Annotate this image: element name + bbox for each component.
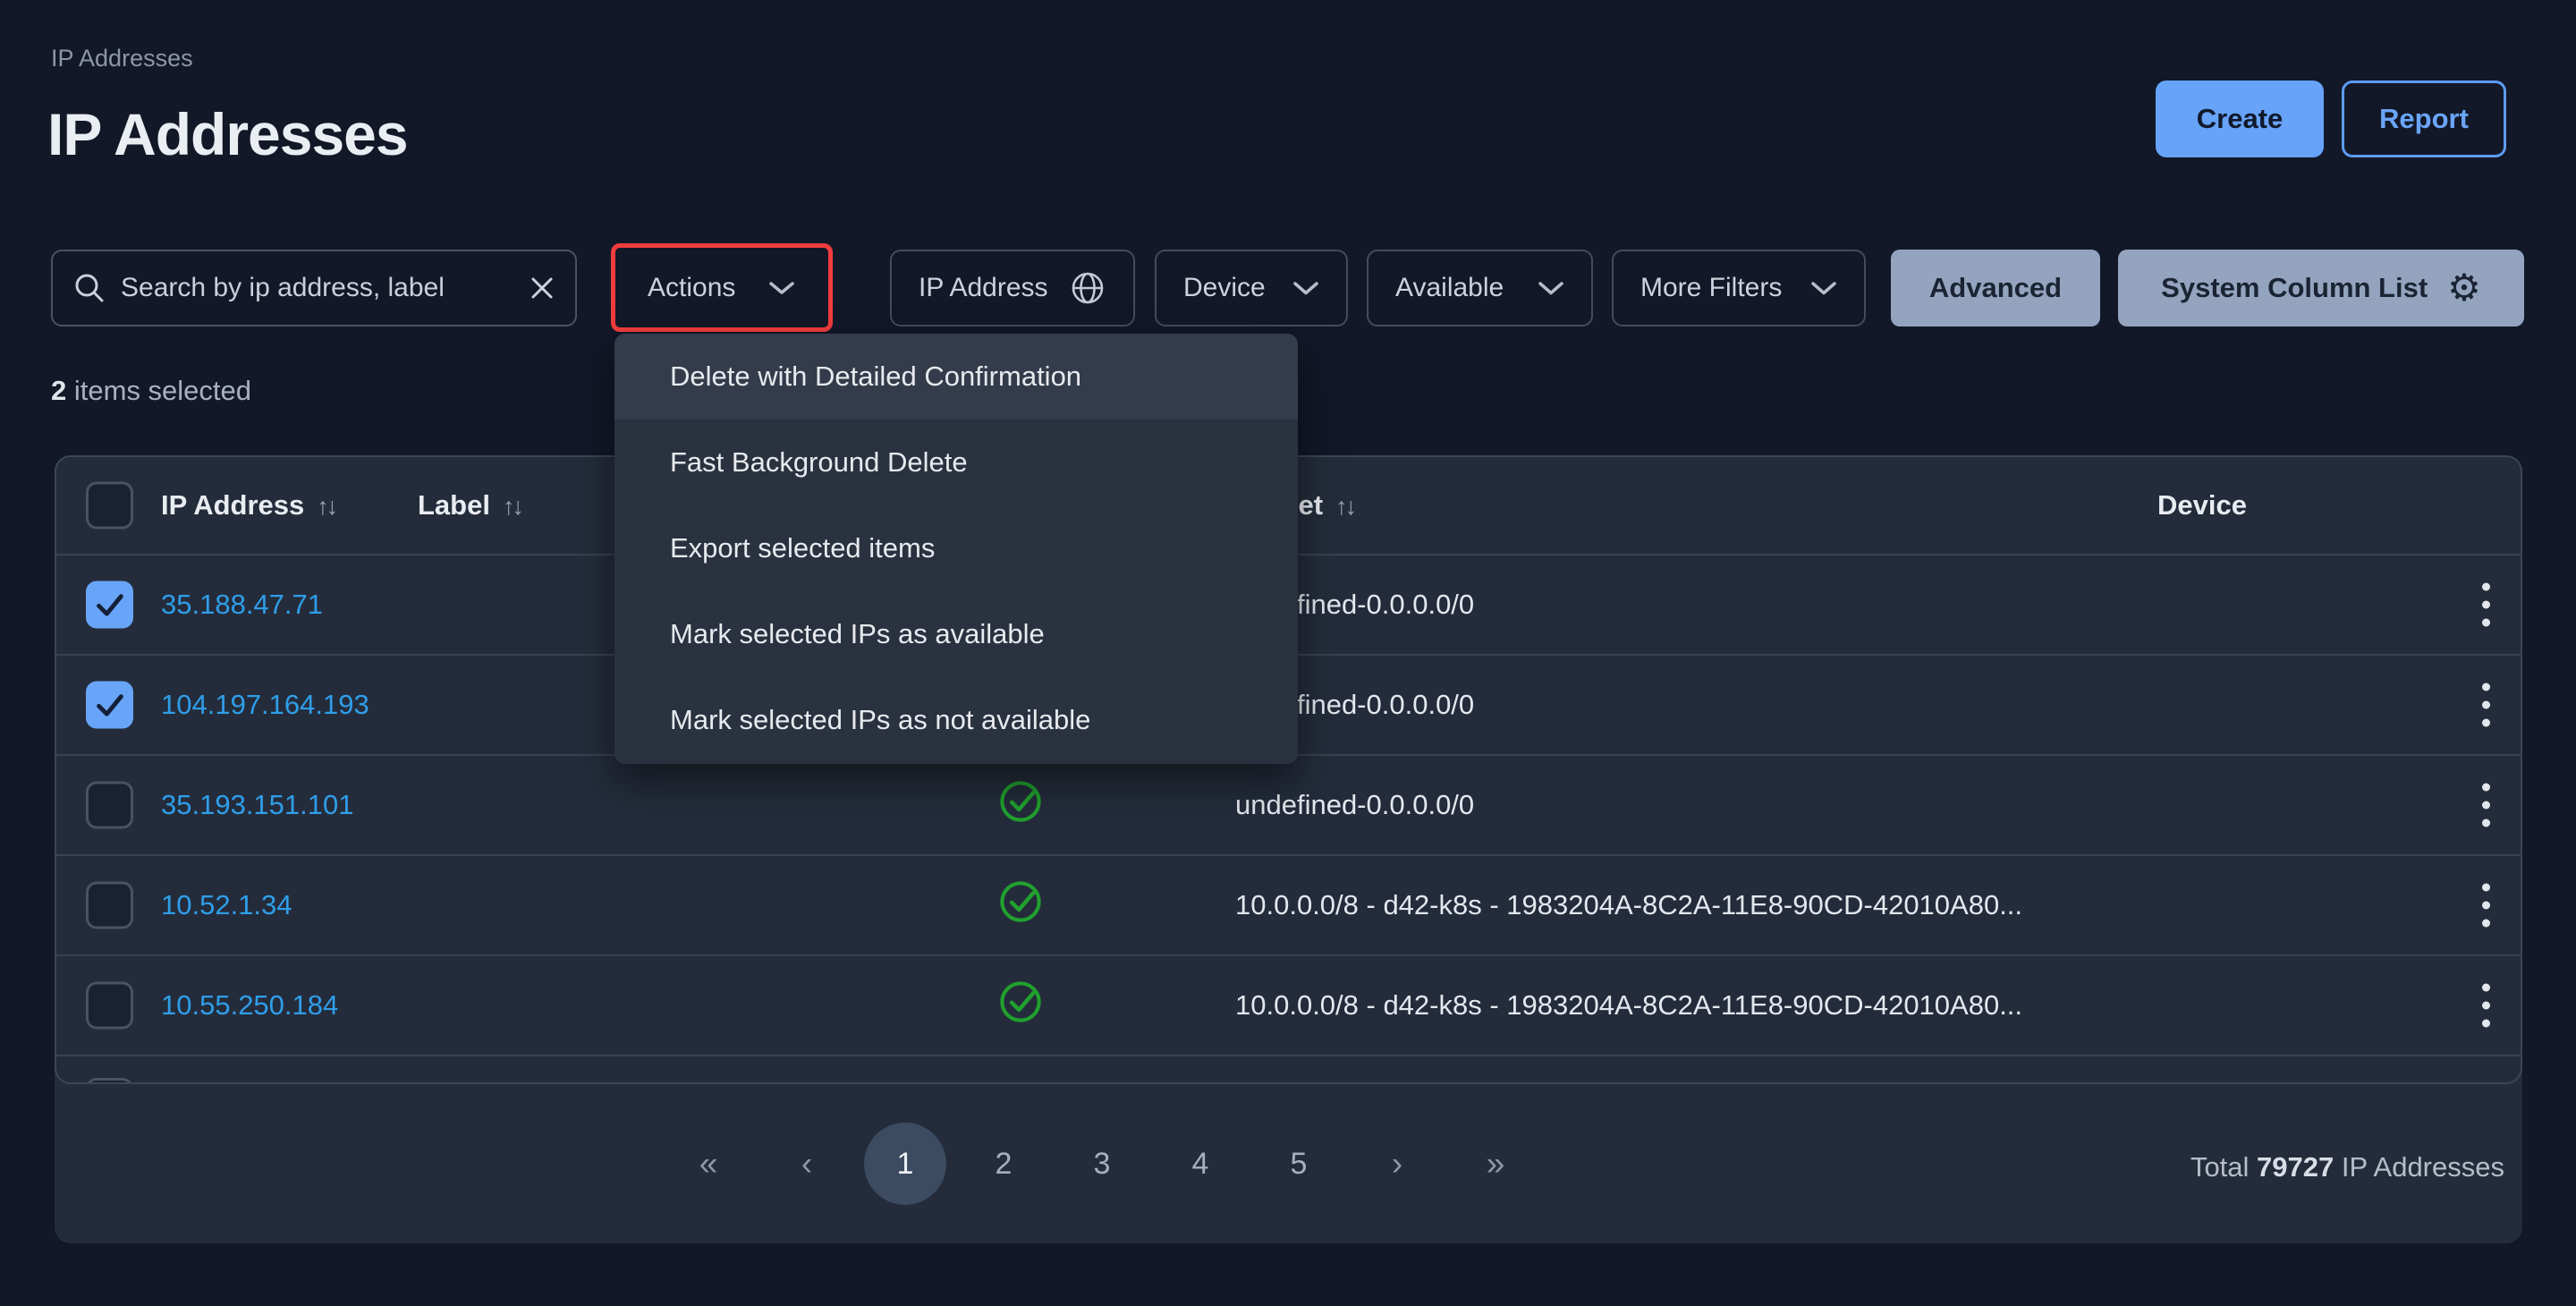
row-checkbox[interactable] (86, 882, 133, 929)
menu-item-fast-background-delete[interactable]: Fast Background Delete (614, 420, 1298, 505)
subnet-value: 10.0.0.0/8 - d42-k8s - 1983204A-8C2A-11E… (1235, 989, 2022, 1022)
table-row: 35.193.151.101 undefined-0.0.0.0/0 (56, 756, 2521, 856)
filter-ip-address-label: IP Address (919, 273, 1048, 303)
subnet-value: 10.0.0.0/8 - d42-k8s - 1983204A-8C2A-11E… (1235, 889, 2022, 921)
clear-search-icon[interactable] (529, 275, 555, 301)
sort-icon[interactable]: ↑↓ (503, 493, 521, 520)
actions-dropdown-button[interactable]: Actions (611, 243, 833, 332)
create-button[interactable]: Create (2156, 81, 2324, 157)
row-menu-button[interactable] (2461, 683, 2511, 727)
table-row: 10.55.250.184 10.0.0.0/8 - d42-k8s - 198… (56, 956, 2521, 1056)
gear-icon: ⚙ (2447, 269, 2481, 307)
pagination: « ‹ 1 2 3 4 5 › » (659, 1123, 1545, 1205)
pagination-last-button[interactable]: » (1446, 1145, 1545, 1183)
filter-device-label: Device (1183, 273, 1266, 303)
ip-link[interactable]: 10.52.1.34 (161, 889, 292, 921)
actions-dropdown-menu: Delete with Detailed Confirmation Fast B… (614, 334, 1298, 764)
pagination-page-4[interactable]: 4 (1151, 1147, 1250, 1182)
pagination-page-2[interactable]: 2 (954, 1147, 1053, 1182)
row-menu-button[interactable] (2461, 784, 2511, 827)
selection-label: items selected (74, 375, 251, 406)
chevron-down-icon (1538, 281, 1564, 296)
available-check-icon (997, 878, 1044, 932)
chevron-down-icon (1292, 281, 1319, 296)
search-icon (72, 271, 106, 305)
ip-link[interactable]: 35.188.47.71 (161, 589, 323, 621)
menu-item-export-selected[interactable]: Export selected items (614, 505, 1298, 591)
selection-count: 2 (51, 375, 66, 406)
total-count-value: 79727 (2257, 1151, 2334, 1183)
filter-available[interactable]: Available (1367, 250, 1593, 326)
filter-more-filters[interactable]: More Filters (1612, 250, 1866, 326)
available-check-icon (997, 979, 1044, 1032)
filter-available-label: Available (1395, 273, 1504, 303)
row-checkbox[interactable] (86, 782, 133, 829)
page-title: IP Addresses (47, 100, 408, 168)
ip-link[interactable]: 35.193.151.101 (161, 789, 354, 821)
row-checkbox[interactable] (86, 581, 133, 629)
subnet-value: undefined-0.0.0.0/0 (1235, 789, 1474, 821)
system-column-list-label: System Column List (2161, 272, 2428, 304)
menu-item-mark-available[interactable]: Mark selected IPs as available (614, 591, 1298, 677)
column-header-label[interactable]: Label↑↓ (418, 489, 521, 522)
sort-icon[interactable]: ↑↓ (1335, 493, 1354, 520)
row-menu-button[interactable] (2461, 884, 2511, 928)
pagination-prev-button[interactable]: ‹ (758, 1145, 856, 1183)
search-input[interactable] (121, 273, 514, 303)
sort-icon[interactable]: ↑↓ (317, 493, 335, 520)
row-checkbox[interactable] (86, 1078, 133, 1084)
pagination-page-1[interactable]: 1 (864, 1123, 946, 1205)
menu-item-mark-not-available[interactable]: Mark selected IPs as not available (614, 677, 1298, 763)
table-row (56, 1056, 2521, 1084)
selection-status: 2 items selected (51, 375, 251, 407)
menu-item-delete-detailed[interactable]: Delete with Detailed Confirmation (614, 334, 1298, 420)
row-checkbox[interactable] (86, 682, 133, 729)
available-check-icon (997, 778, 1044, 832)
select-all-checkbox[interactable] (86, 482, 133, 530)
ip-link[interactable]: 10.55.250.184 (161, 989, 338, 1022)
filter-more-filters-label: More Filters (1640, 273, 1782, 303)
breadcrumb[interactable]: IP Addresses (51, 45, 193, 72)
pagination-page-3[interactable]: 3 (1053, 1147, 1151, 1182)
pagination-next-button[interactable]: › (1348, 1145, 1446, 1183)
globe-icon (1069, 269, 1106, 307)
system-column-list-button[interactable]: System Column List ⚙ (2118, 250, 2524, 326)
search-box[interactable] (51, 250, 577, 326)
filter-ip-address[interactable]: IP Address (890, 250, 1135, 326)
column-header-device[interactable]: Device (2157, 489, 2247, 522)
column-header-ip[interactable]: IP Address↑↓ (161, 489, 335, 522)
actions-dropdown-label: Actions (648, 273, 735, 303)
row-menu-button[interactable] (2461, 984, 2511, 1028)
pagination-first-button[interactable]: « (659, 1145, 758, 1183)
total-count: Total 79727 IP Addresses (2190, 1151, 2504, 1183)
chevron-down-icon (1810, 281, 1837, 296)
row-checkbox[interactable] (86, 982, 133, 1030)
row-menu-button[interactable] (2461, 583, 2511, 627)
chevron-down-icon (767, 280, 796, 296)
ip-link[interactable]: 104.197.164.193 (161, 689, 369, 721)
report-button[interactable]: Report (2342, 81, 2506, 157)
pagination-page-5[interactable]: 5 (1250, 1147, 1348, 1182)
filter-device[interactable]: Device (1155, 250, 1348, 326)
table-row: 10.52.1.34 10.0.0.0/8 - d42-k8s - 198320… (56, 856, 2521, 956)
advanced-button[interactable]: Advanced (1891, 250, 2100, 326)
advanced-button-label: Advanced (1929, 272, 2062, 304)
